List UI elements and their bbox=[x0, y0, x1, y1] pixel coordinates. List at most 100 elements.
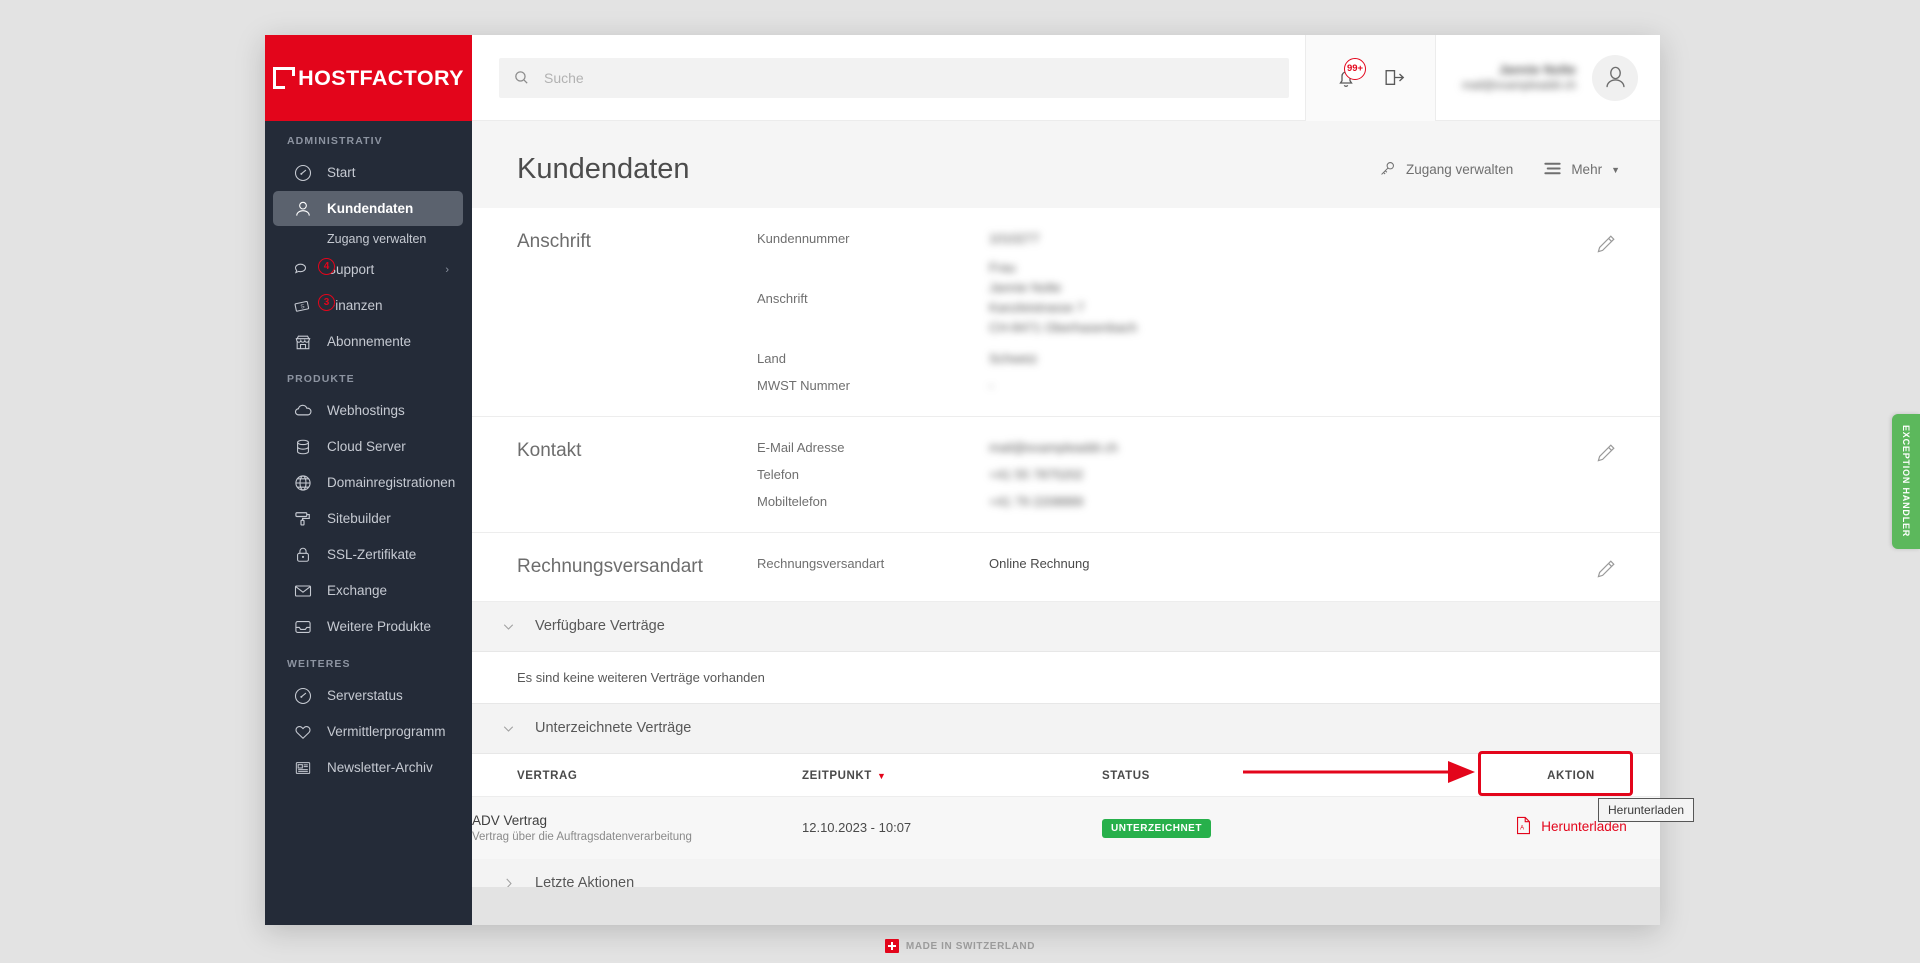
logout-icon[interactable] bbox=[1382, 65, 1407, 90]
sidebar-item-label: Serverstatus bbox=[327, 688, 403, 703]
globe-icon bbox=[291, 472, 315, 494]
table-head: VERTRAG ZEITPUNKT ▼ STATUS AKTION bbox=[472, 753, 1660, 797]
field-value: +41 79 2208889 bbox=[989, 493, 1084, 509]
sidebar-item-serverstatus[interactable]: Serverstatus bbox=[273, 678, 463, 713]
field-value: +41 55 7875202 bbox=[989, 466, 1084, 482]
sidebar-item-label: Abonnemente bbox=[327, 334, 412, 349]
edit-kontakt-pencil-icon[interactable] bbox=[1594, 441, 1618, 470]
sidebar-item-abonnemente[interactable]: Abonnemente bbox=[273, 324, 463, 359]
cell-vertrag: ADV Vertrag Vertrag über die Auftragsdat… bbox=[472, 796, 802, 859]
search-input[interactable] bbox=[544, 69, 1275, 86]
sidebar-item-sitebuilder[interactable]: Sitebuilder bbox=[273, 501, 463, 536]
sidebar-item-support[interactable]: 4 Support › bbox=[273, 252, 463, 287]
user-name: Jannie Nolte bbox=[1498, 61, 1576, 77]
contract-name: ADV Vertrag bbox=[472, 812, 548, 828]
lock-icon bbox=[291, 544, 315, 566]
cell-zeitpunkt: 12.10.2023 - 10:07 bbox=[802, 796, 1102, 859]
table-body: ADV Vertrag Vertrag über die Auftragsdat… bbox=[472, 796, 1660, 859]
support-badge: 4 bbox=[318, 257, 335, 275]
sidebar-item-label: Webhostings bbox=[327, 403, 405, 418]
sidebar-item-label: Vermittlerprogramm bbox=[327, 724, 446, 739]
sidebar-item-label: Kundendaten bbox=[327, 201, 414, 216]
field-value: Online Rechnung bbox=[989, 555, 1090, 571]
contract-date: 12.10.2023 - 10:07 bbox=[802, 819, 912, 835]
field-label: Anschrift bbox=[757, 290, 808, 306]
column-header-vertrag[interactable]: VERTRAG bbox=[472, 753, 802, 797]
field-mwst-nummer: MWST Nummer - bbox=[757, 378, 1660, 393]
field-label: Mobiltelefon bbox=[757, 493, 828, 509]
heart-icon bbox=[291, 721, 315, 743]
page-header-actions: Zugang verwalten Mehr ▼ bbox=[1378, 159, 1620, 181]
sidebar-subitem-zugang-verwalten[interactable]: Zugang verwalten bbox=[265, 227, 472, 251]
zugang-verwalten-button[interactable]: Zugang verwalten bbox=[1378, 159, 1513, 181]
brand-logo[interactable]: HOSTFACTORY bbox=[265, 35, 472, 121]
chevron-right-icon: › bbox=[445, 263, 449, 276]
field-label: Rechnungsversandart bbox=[757, 555, 885, 571]
sidebar-item-finanzen[interactable]: S 3 Finanzen bbox=[273, 288, 463, 323]
exception-handler-tab[interactable]: EXCEPTION HANDLER bbox=[1892, 414, 1920, 549]
sidebar-item-webhostings[interactable]: Webhostings bbox=[273, 393, 463, 428]
nav-section-weiteres-title: WEITERES bbox=[287, 658, 351, 670]
brand-name: HOSTFACTORY bbox=[298, 66, 464, 90]
avatar[interactable] bbox=[1592, 54, 1638, 101]
sidebar-item-newsletter-archiv[interactable]: Newsletter-Archiv bbox=[273, 750, 463, 785]
accordion-title: Unterzeichnete Verträge bbox=[535, 720, 692, 737]
nav-section-administrativ-title: ADMINISTRATIV bbox=[287, 135, 383, 147]
list-icon bbox=[1543, 161, 1562, 179]
field-kundennummer: Kundennummer 1010277 bbox=[757, 231, 1660, 246]
section-rechnungsversandart: Rechnungsversandart Rechnungsversandart … bbox=[472, 532, 1660, 602]
sidebar-nav: ADMINISTRATIV Start Kundendaten Zugang v… bbox=[265, 121, 472, 785]
field-email: E-Mail Adresse mail@exampleaddr.ch bbox=[757, 440, 1660, 455]
sidebar-item-cloud-server[interactable]: Cloud Server bbox=[273, 429, 463, 464]
sidebar-item-label: Newsletter-Archiv bbox=[327, 760, 433, 775]
column-header-aktion: AKTION bbox=[1482, 753, 1660, 797]
page-header: Kundendaten Zugang verwalten Mehr ▼ bbox=[472, 121, 1660, 208]
user-icon bbox=[291, 198, 315, 220]
sidebar-item-start[interactable]: Start bbox=[273, 155, 463, 190]
accordion-unterzeichnete-vertraege[interactable]: Unterzeichnete Verträge bbox=[472, 703, 1660, 754]
sidebar: HOSTFACTORY ADMINISTRATIV Start Kundenda… bbox=[265, 35, 472, 925]
sidebar-item-label: Sitebuilder bbox=[327, 511, 391, 526]
column-header-zeitpunkt[interactable]: ZEITPUNKT ▼ bbox=[802, 753, 1102, 797]
sidebar-item-label: Start bbox=[327, 165, 356, 180]
zugang-verwalten-label: Zugang verwalten bbox=[1405, 162, 1514, 177]
contract-subtitle: Vertrag über die Auftragsdatenverarbeitu… bbox=[472, 830, 692, 843]
user-menu[interactable]: Jannie Nolte mail@exampleaddr.ch bbox=[1436, 54, 1660, 101]
notification-count-badge: 99+ bbox=[1344, 57, 1367, 80]
available-contracts-empty-text: Es sind keine weiteren Verträge vorhande… bbox=[472, 651, 1660, 704]
field-label: MWST Nummer bbox=[757, 377, 850, 393]
search-box[interactable] bbox=[499, 57, 1289, 98]
edit-rechnungsversandart-pencil-icon[interactable] bbox=[1594, 557, 1618, 586]
section-label: Kontakt bbox=[517, 439, 582, 461]
envelope-icon bbox=[291, 580, 315, 602]
sidebar-item-vermittlerprogramm[interactable]: Vermittlerprogramm bbox=[273, 714, 463, 749]
key-icon bbox=[1378, 159, 1397, 181]
made-in-label: MADE IN SWITZERLAND bbox=[905, 940, 1036, 952]
sidebar-item-exchange[interactable]: Exchange bbox=[273, 573, 463, 608]
cloud-icon bbox=[291, 400, 315, 422]
notifications-bell-icon[interactable]: 99+ bbox=[1334, 57, 1367, 90]
caret-down-icon: ▼ bbox=[1611, 164, 1620, 175]
table-header-row: VERTRAG ZEITPUNKT ▼ STATUS AKTION bbox=[472, 753, 1660, 797]
field-value: mail@exampleaddr.ch bbox=[989, 439, 1118, 455]
notification-group: 99+ bbox=[1305, 34, 1437, 121]
field-telefon: Telefon +41 55 7875202 bbox=[757, 467, 1660, 482]
column-header-status[interactable]: STATUS bbox=[1102, 753, 1482, 797]
sidebar-item-domainregistrationen[interactable]: Domainregistrationen bbox=[273, 465, 463, 500]
chevron-down-icon bbox=[500, 618, 517, 635]
sidebar-item-kundendaten[interactable]: Kundendaten bbox=[273, 191, 463, 226]
cell-status: UNTERZEICHNET bbox=[1102, 796, 1482, 859]
mehr-dropdown-button[interactable]: Mehr ▼ bbox=[1543, 161, 1620, 179]
pdf-icon: A bbox=[1515, 816, 1532, 838]
sidebar-item-weitere-produkte[interactable]: Weitere Produkte bbox=[273, 609, 463, 644]
edit-anschrift-pencil-icon[interactable] bbox=[1594, 232, 1618, 261]
sidebar-item-ssl-zertifikate[interactable]: SSL-Zertifikate bbox=[273, 537, 463, 572]
sidebar-item-label: Domainregistrationen bbox=[327, 475, 456, 490]
status-badge: UNTERZEICHNET bbox=[1102, 818, 1211, 838]
gauge-icon bbox=[291, 685, 315, 707]
sidebar-item-label: Finanzen bbox=[327, 298, 383, 313]
hostfactory-mark-icon bbox=[273, 66, 296, 89]
section-label: Anschrift bbox=[517, 231, 591, 252]
svg-text:S: S bbox=[300, 303, 305, 310]
accordion-verfuegbare-vertraege[interactable]: Verfügbare Verträge bbox=[472, 601, 1660, 652]
